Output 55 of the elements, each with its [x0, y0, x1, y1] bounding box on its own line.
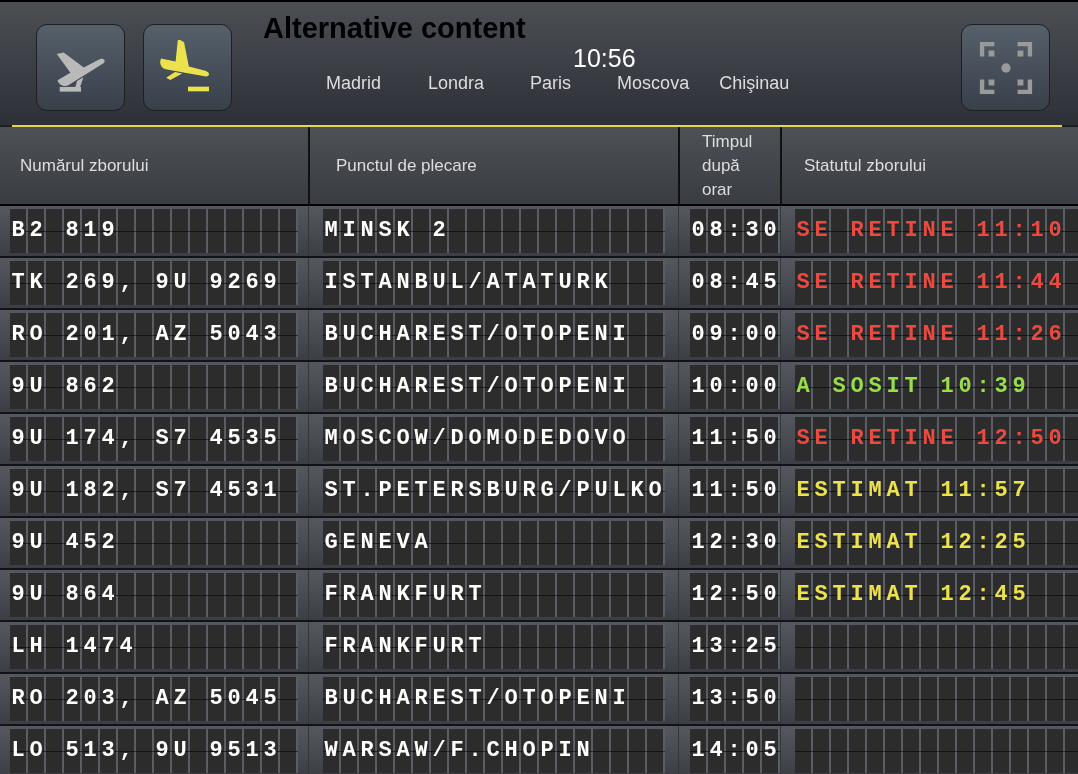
- origin-city-cell: MINSK 2: [323, 209, 665, 253]
- departures-button[interactable]: [36, 24, 125, 111]
- clock-time: 10:56: [573, 44, 637, 72]
- flight-status-cell: A SOSIT 10:39: [795, 365, 1078, 409]
- scheduled-time-cell: 09:00: [690, 313, 780, 357]
- flight-number-cell: 9U 864: [10, 573, 298, 617]
- city-tab[interactable]: Londra: [428, 72, 485, 94]
- flight-status-cell: SE RETINE 11:10: [795, 209, 1078, 253]
- flight-number-cell: 9U 452: [10, 521, 298, 565]
- flight-status-cell: ESTIMAT 11:57: [795, 469, 1078, 513]
- column-header: Statutul zborului: [804, 154, 926, 177]
- origin-city-cell: MOSCOW/DOMODEDOVO: [323, 417, 665, 461]
- origin-city-cell: BUCHAREST/OTOPENI: [323, 677, 665, 721]
- arrivals-button[interactable]: [143, 24, 232, 111]
- column-header: Timpul după orar: [702, 130, 754, 201]
- flight-number-cell: RO 203, AZ 5045: [10, 677, 298, 721]
- flight-number-cell: TK 269, 9U 9269: [10, 261, 298, 305]
- column-header: Numărul zborului: [20, 154, 149, 177]
- flight-status-cell: ESTIMAT 12:25: [795, 521, 1078, 565]
- flight-number-cell: 9U 182, S7 4531: [10, 469, 298, 513]
- fullscreen-button[interactable]: [961, 24, 1050, 111]
- flight-number-cell: LH 1474: [10, 625, 298, 669]
- scheduled-time-cell: 12:30: [690, 521, 780, 565]
- flight-status-cell: SE RETINE 12:50: [795, 417, 1078, 461]
- page-title: Alternative content: [263, 12, 527, 44]
- flight-number-cell: RO 201, AZ 5043: [10, 313, 298, 357]
- origin-city-cell: WARSAW/F.CHOPIN: [323, 729, 665, 773]
- origin-city-cell: ISTANBUL/ATATURK: [323, 261, 665, 305]
- flight-number-cell: 9U 174, S7 4535: [10, 417, 298, 461]
- column-header: Punctul de plecare: [336, 154, 477, 177]
- flight-status-cell: SE RETINE 11:44: [795, 261, 1078, 305]
- scheduled-time-cell: 13:25: [690, 625, 780, 669]
- origin-city-cell: FRANKFURT: [323, 625, 665, 669]
- flight-number-cell: 9U 862: [10, 365, 298, 409]
- origin-city-cell: ST.PETERSBURG/PULKO: [323, 469, 665, 513]
- city-tab[interactable]: Madrid: [326, 72, 382, 94]
- city-tab[interactable]: Moscova: [617, 72, 690, 94]
- origin-city-cell: BUCHAREST/OTOPENI: [323, 313, 665, 357]
- city-tab[interactable]: Paris: [530, 72, 572, 94]
- scheduled-time-cell: 13:50: [690, 677, 780, 721]
- scheduled-time-cell: 11:50: [690, 417, 780, 461]
- scheduled-time-cell: 12:50: [690, 573, 780, 617]
- origin-city-cell: BUCHAREST/OTOPENI: [323, 365, 665, 409]
- scheduled-time-cell: 14:05: [690, 729, 780, 773]
- city-tab[interactable]: Chişinau: [719, 72, 790, 94]
- flight-number-cell: LO 513, 9U 9513: [10, 729, 298, 773]
- scheduled-time-cell: 10:00: [690, 365, 780, 409]
- scheduled-time-cell: 11:50: [690, 469, 780, 513]
- flight-status-cell: ESTIMAT 12:45: [795, 573, 1078, 617]
- origin-city-cell: FRANKFURT: [323, 573, 665, 617]
- scheduled-time-cell: 08:30: [690, 209, 780, 253]
- flight-status-cell: SE RETINE 11:26: [795, 313, 1078, 357]
- flight-number-cell: B2 819: [10, 209, 298, 253]
- scheduled-time-cell: 08:45: [690, 261, 780, 305]
- origin-city-cell: GENEVA: [323, 521, 665, 565]
